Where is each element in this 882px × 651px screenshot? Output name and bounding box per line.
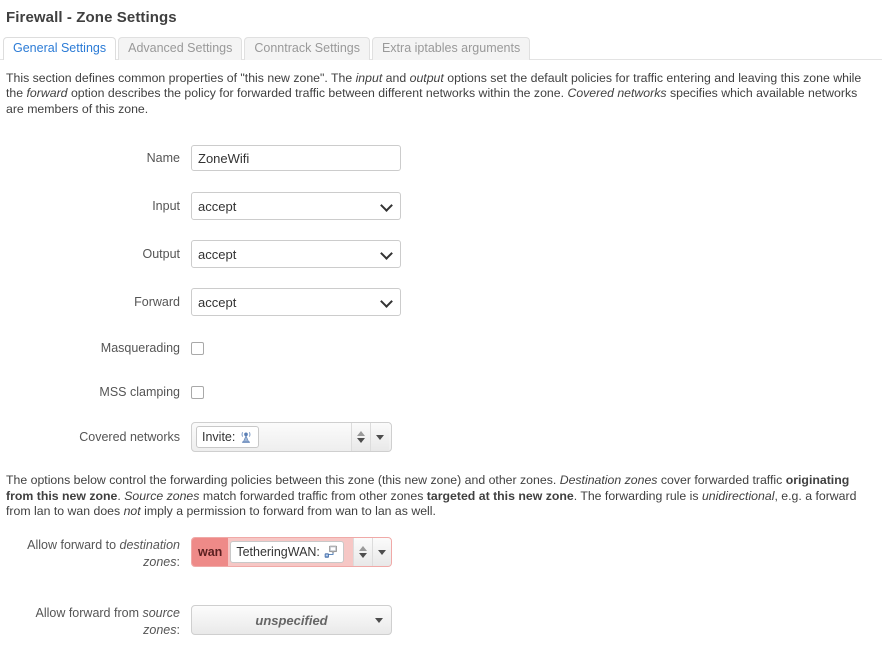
desc1-output-em: output — [409, 71, 444, 85]
label-afto-destination-em: destination — [119, 538, 180, 553]
name-input[interactable] — [191, 145, 401, 172]
desc1-covered-networks-em: Covered networks — [567, 86, 667, 101]
covered-networks-dropdown-toggle[interactable] — [371, 423, 389, 452]
label-name: Name — [146, 151, 180, 166]
tab-advanced-settings[interactable]: Advanced Settings — [118, 37, 243, 60]
label-affrom-part1: Allow forward from — [35, 606, 143, 621]
forward-policy-select[interactable]: accept — [191, 288, 401, 317]
desc2-part2: cover forwarded traffic — [657, 473, 786, 488]
network-token-tetheringwan[interactable]: TetheringWAN: — [230, 541, 344, 564]
row-allow-forward-to: Allow forward to destination zones: wan T… — [0, 531, 882, 591]
field-mss-clamping — [191, 385, 882, 400]
label-input: Input — [152, 199, 180, 214]
masquerading-checkbox[interactable] — [191, 342, 204, 356]
desc2-part5: . The forwarding rule is — [573, 488, 702, 503]
field-forward: accept — [191, 288, 882, 317]
page-title: Firewall - Zone Settings — [6, 9, 177, 26]
label-affrom-zones-em: zones — [143, 623, 177, 638]
allow-forward-to-dropdown-toggle[interactable] — [373, 538, 391, 567]
zone-settings-form: Name Input accept Output accept — [0, 134, 882, 460]
label-masquerading: Masquerading — [100, 341, 180, 356]
desc2-not-em: not — [123, 504, 141, 519]
tab-general-settings[interactable]: General Settings — [3, 37, 117, 61]
caret-down-icon — [376, 434, 384, 440]
label-afto-colon: : — [176, 555, 180, 570]
row-name: Name — [0, 134, 882, 182]
desc1-part4: option describes the policy for forwarde… — [67, 86, 568, 101]
desc2-part7: imply a permission to forward from wan t… — [140, 504, 436, 519]
label-allow-forward-to: Allow forward to destination zones: — [0, 537, 191, 571]
desc2-unidirectional-em: unidirectional — [701, 488, 775, 503]
spinner-down-icon[interactable] — [359, 553, 367, 559]
output-policy-select[interactable]: accept — [191, 240, 401, 269]
row-masquerading: Masquerading — [0, 326, 882, 370]
tab-conntrack-settings[interactable]: Conntrack Settings — [244, 37, 370, 60]
row-input: Input accept — [0, 182, 882, 230]
field-allow-forward-from: unspecified — [191, 605, 882, 636]
caret-down-icon — [378, 549, 386, 555]
field-input: accept — [191, 192, 882, 221]
row-covered-networks: Covered networks Invite: — [0, 414, 882, 460]
label-output: Output — [142, 247, 180, 262]
allow-forward-from-value: unspecified — [255, 612, 328, 628]
desc2-source-zones-em: Source zones — [124, 488, 200, 503]
allow-forward-to-multiselect[interactable]: wan TetheringWAN: — [191, 537, 392, 568]
network-token-invite[interactable]: Invite: — [196, 426, 260, 449]
field-allow-forward-to: wan TetheringWAN: — [191, 537, 882, 568]
label-mss-clamping: MSS clamping — [99, 385, 180, 400]
desc2-targeted-strong: targeted at this new zone — [426, 488, 574, 503]
label-allow-forward-from: Allow forward from source zones: — [0, 605, 191, 639]
desc2-part1: The options below control the forwarding… — [6, 473, 560, 488]
allow-forward-from-dropdown[interactable]: unspecified — [191, 605, 392, 636]
field-masquerading — [191, 341, 882, 356]
field-output: accept — [191, 240, 882, 269]
mss-clamping-checkbox[interactable] — [191, 386, 204, 400]
covered-networks-token-list: Invite: — [194, 423, 351, 451]
desc1-part2: and — [382, 71, 410, 85]
field-name — [191, 145, 882, 172]
network-token-label: Invite: — [202, 430, 236, 445]
forwarding-form: Allow forward to destination zones: wan T… — [0, 531, 882, 651]
network-token-label: TetheringWAN: — [236, 545, 320, 560]
tab-extra-iptables-arguments[interactable]: Extra iptables arguments — [371, 37, 531, 60]
label-affrom-colon: : — [176, 623, 180, 638]
spinner-down-icon[interactable] — [357, 438, 365, 444]
desc1-input-em: input — [355, 71, 383, 85]
input-policy-select[interactable]: accept — [191, 192, 401, 221]
label-afto-zones-em: zones — [143, 555, 177, 570]
tab-bar: General Settings Advanced Settings Conntra… — [0, 37, 882, 61]
covered-networks-multiselect[interactable]: Invite: — [191, 422, 392, 453]
label-forward: Forward — [134, 295, 180, 310]
desc1-part1: This section defines common properties o… — [6, 71, 356, 85]
allow-forward-to-token-list: TetheringWAN: — [228, 538, 353, 566]
ethernet-adapter-icon — [324, 545, 338, 559]
forwarding-description: The options below control the forwarding… — [6, 473, 876, 519]
row-mss-clamping: MSS clamping — [0, 370, 882, 414]
wireless-access-point-icon — [239, 430, 253, 444]
desc2-part4: match forwarded traffic from other zones — [199, 488, 427, 503]
desc1-forward-em: forward — [26, 86, 68, 101]
label-affrom-source-em: source — [142, 606, 180, 621]
label-covered-networks: Covered networks — [79, 430, 180, 445]
covered-networks-spinner[interactable] — [351, 423, 371, 452]
spinner-up-icon[interactable] — [359, 546, 367, 552]
row-allow-forward-from: Allow forward from source zones: unspecif… — [0, 591, 882, 651]
general-description: This section defines common properties o… — [6, 71, 876, 117]
desc2-destination-zones-em: Destination zones — [559, 473, 658, 488]
row-output: Output accept — [0, 230, 882, 278]
spinner-up-icon[interactable] — [357, 431, 365, 437]
allow-forward-to-spinner[interactable] — [353, 538, 373, 567]
caret-down-icon — [375, 618, 383, 624]
row-forward: Forward accept — [0, 278, 882, 326]
label-afto-part1: Allow forward to — [27, 538, 120, 553]
field-covered-networks: Invite: — [191, 422, 882, 453]
zone-tag-wan: wan — [192, 538, 229, 567]
